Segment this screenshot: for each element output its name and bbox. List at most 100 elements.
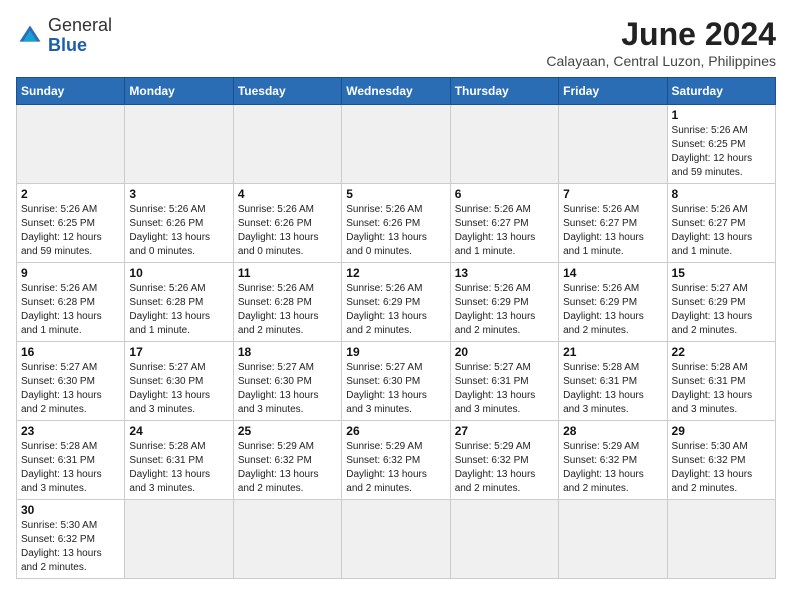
day-cell: 1 Sunrise: 5:26 AM Sunset: 6:25 PM Daylig…: [667, 105, 775, 184]
day-number: 8: [672, 187, 771, 201]
day-info: Sunrise: 5:26 AM Sunset: 6:28 PM Dayligh…: [21, 282, 120, 338]
day-cell: [450, 105, 558, 184]
day-info: Sunrise: 5:26 AM Sunset: 6:27 PM Dayligh…: [672, 203, 771, 259]
day-number: 23: [21, 424, 120, 438]
week-row-5: 23 Sunrise: 5:28 AM Sunset: 6:31 PM Dayli…: [17, 421, 776, 500]
location-subtitle: Calayaan, Central Luzon, Philippines: [546, 53, 776, 69]
day-info: Sunrise: 5:27 AM Sunset: 6:30 PM Dayligh…: [129, 361, 228, 417]
day-cell: 11 Sunrise: 5:26 AM Sunset: 6:28 PM Dayli…: [233, 263, 341, 342]
day-cell: 17 Sunrise: 5:27 AM Sunset: 6:30 PM Dayli…: [125, 342, 233, 421]
day-cell: [17, 105, 125, 184]
day-number: 30: [21, 503, 120, 517]
logo: General Blue: [16, 16, 112, 56]
day-cell: 7Sunrise: 5:26 AM Sunset: 6:27 PM Daylig…: [559, 184, 667, 263]
day-cell: 10Sunrise: 5:26 AM Sunset: 6:28 PM Dayli…: [125, 263, 233, 342]
week-row-2: 2 Sunrise: 5:26 AM Sunset: 6:25 PM Daylig…: [17, 184, 776, 263]
day-number: 1: [672, 108, 771, 122]
month-year-title: June 2024: [546, 16, 776, 53]
day-cell: 22 Sunrise: 5:28 AM Sunset: 6:31 PM Dayli…: [667, 342, 775, 421]
day-info: Sunrise: 5:28 AM Sunset: 6:31 PM Dayligh…: [672, 361, 771, 417]
day-cell: 28 Sunrise: 5:29 AM Sunset: 6:32 PM Dayli…: [559, 421, 667, 500]
day-info: Sunrise: 5:29 AM Sunset: 6:32 PM Dayligh…: [563, 440, 662, 496]
day-cell: 19Sunrise: 5:27 AM Sunset: 6:30 PM Dayli…: [342, 342, 450, 421]
calendar-table: SundayMondayTuesdayWednesdayThursdayFrid…: [16, 77, 776, 579]
week-row-3: 9 Sunrise: 5:26 AM Sunset: 6:28 PM Daylig…: [17, 263, 776, 342]
day-number: 21: [563, 345, 662, 359]
day-info: Sunrise: 5:29 AM Sunset: 6:32 PM Dayligh…: [455, 440, 554, 496]
day-number: 17: [129, 345, 228, 359]
day-cell: 25 Sunrise: 5:29 AM Sunset: 6:32 PM Dayli…: [233, 421, 341, 500]
day-cell: [342, 105, 450, 184]
day-of-week-saturday: Saturday: [667, 78, 775, 105]
day-cell: 6 Sunrise: 5:26 AM Sunset: 6:27 PM Daylig…: [450, 184, 558, 263]
day-cell: 18Sunrise: 5:27 AM Sunset: 6:30 PM Dayli…: [233, 342, 341, 421]
day-info: Sunrise: 5:26 AM Sunset: 6:27 PM Dayligh…: [455, 203, 554, 259]
day-info: Sunrise: 5:26 AM Sunset: 6:25 PM Dayligh…: [21, 203, 120, 259]
day-number: 4: [238, 187, 337, 201]
week-row-1: 1 Sunrise: 5:26 AM Sunset: 6:25 PM Daylig…: [17, 105, 776, 184]
day-info: Sunrise: 5:26 AM Sunset: 6:29 PM Dayligh…: [346, 282, 445, 338]
day-cell: 30 Sunrise: 5:30 AM Sunset: 6:32 PM Dayli…: [17, 500, 125, 579]
logo-blue: Blue: [48, 36, 112, 56]
day-number: 18: [238, 345, 337, 359]
day-cell: 20Sunrise: 5:27 AM Sunset: 6:31 PM Dayli…: [450, 342, 558, 421]
day-number: 9: [21, 266, 120, 280]
day-cell: [667, 500, 775, 579]
day-of-week-monday: Monday: [125, 78, 233, 105]
day-info: Sunrise: 5:30 AM Sunset: 6:32 PM Dayligh…: [21, 519, 120, 575]
day-number: 2: [21, 187, 120, 201]
title-area: June 2024 Calayaan, Central Luzon, Phili…: [546, 16, 776, 69]
day-of-week-sunday: Sunday: [17, 78, 125, 105]
day-number: 22: [672, 345, 771, 359]
day-number: 14: [563, 266, 662, 280]
day-cell: [125, 105, 233, 184]
header: General Blue June 2024 Calayaan, Central…: [16, 16, 776, 69]
day-info: Sunrise: 5:27 AM Sunset: 6:31 PM Dayligh…: [455, 361, 554, 417]
day-info: Sunrise: 5:26 AM Sunset: 6:28 PM Dayligh…: [129, 282, 228, 338]
day-info: Sunrise: 5:29 AM Sunset: 6:32 PM Dayligh…: [238, 440, 337, 496]
day-cell: 3 Sunrise: 5:26 AM Sunset: 6:26 PM Daylig…: [125, 184, 233, 263]
day-cell: [233, 105, 341, 184]
day-cell: 12Sunrise: 5:26 AM Sunset: 6:29 PM Dayli…: [342, 263, 450, 342]
calendar-header: SundayMondayTuesdayWednesdayThursdayFrid…: [17, 78, 776, 105]
day-of-week-friday: Friday: [559, 78, 667, 105]
day-info: Sunrise: 5:26 AM Sunset: 6:28 PM Dayligh…: [238, 282, 337, 338]
day-number: 25: [238, 424, 337, 438]
day-cell: 26Sunrise: 5:29 AM Sunset: 6:32 PM Dayli…: [342, 421, 450, 500]
week-row-4: 16 Sunrise: 5:27 AM Sunset: 6:30 PM Dayli…: [17, 342, 776, 421]
day-number: 7: [563, 187, 662, 201]
day-cell: 24Sunrise: 5:28 AM Sunset: 6:31 PM Dayli…: [125, 421, 233, 500]
day-number: 27: [455, 424, 554, 438]
day-info: Sunrise: 5:29 AM Sunset: 6:32 PM Dayligh…: [346, 440, 445, 496]
day-cell: [450, 500, 558, 579]
day-info: Sunrise: 5:28 AM Sunset: 6:31 PM Dayligh…: [129, 440, 228, 496]
day-cell: 13 Sunrise: 5:26 AM Sunset: 6:29 PM Dayli…: [450, 263, 558, 342]
day-info: Sunrise: 5:26 AM Sunset: 6:25 PM Dayligh…: [672, 124, 771, 180]
week-row-6: 30 Sunrise: 5:30 AM Sunset: 6:32 PM Dayli…: [17, 500, 776, 579]
day-info: Sunrise: 5:26 AM Sunset: 6:26 PM Dayligh…: [129, 203, 228, 259]
day-info: Sunrise: 5:26 AM Sunset: 6:26 PM Dayligh…: [346, 203, 445, 259]
day-cell: [125, 500, 233, 579]
day-cell: 15Sunrise: 5:27 AM Sunset: 6:29 PM Dayli…: [667, 263, 775, 342]
day-number: 29: [672, 424, 771, 438]
day-cell: 8 Sunrise: 5:26 AM Sunset: 6:27 PM Daylig…: [667, 184, 775, 263]
logo-text: General Blue: [48, 16, 112, 56]
day-info: Sunrise: 5:26 AM Sunset: 6:26 PM Dayligh…: [238, 203, 337, 259]
day-number: 15: [672, 266, 771, 280]
calendar-body: 1 Sunrise: 5:26 AM Sunset: 6:25 PM Daylig…: [17, 105, 776, 579]
logo-icon: [16, 22, 44, 50]
day-cell: 29Sunrise: 5:30 AM Sunset: 6:32 PM Dayli…: [667, 421, 775, 500]
day-number: 5: [346, 187, 445, 201]
day-number: 3: [129, 187, 228, 201]
day-cell: 4 Sunrise: 5:26 AM Sunset: 6:26 PM Daylig…: [233, 184, 341, 263]
logo-general: General: [48, 16, 112, 36]
day-number: 16: [21, 345, 120, 359]
day-cell: 27 Sunrise: 5:29 AM Sunset: 6:32 PM Dayli…: [450, 421, 558, 500]
day-number: 13: [455, 266, 554, 280]
day-number: 11: [238, 266, 337, 280]
day-cell: 16Sunrise: 5:27 AM Sunset: 6:30 PM Dayli…: [17, 342, 125, 421]
day-number: 28: [563, 424, 662, 438]
day-of-week-tuesday: Tuesday: [233, 78, 341, 105]
day-info: Sunrise: 5:26 AM Sunset: 6:29 PM Dayligh…: [455, 282, 554, 338]
day-number: 6: [455, 187, 554, 201]
